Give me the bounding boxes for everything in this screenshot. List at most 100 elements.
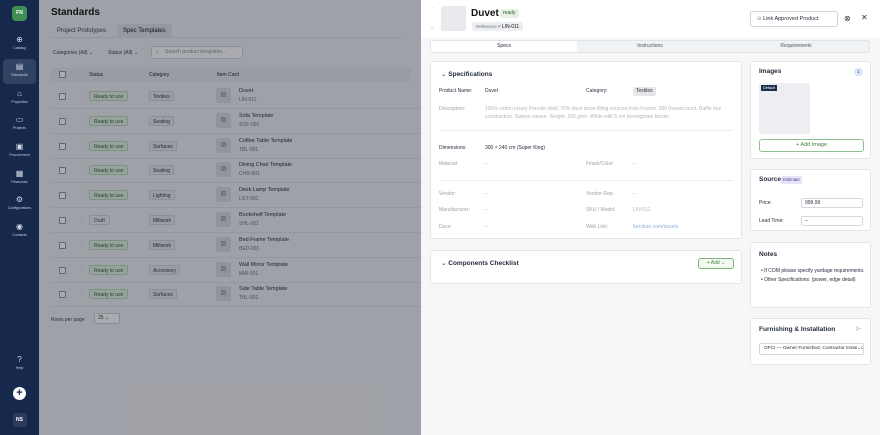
chevron-down-icon: ⌄ bbox=[856, 344, 861, 354]
sidebar-item-label: Catalog bbox=[13, 46, 26, 50]
material-value[interactable]: – bbox=[485, 161, 488, 167]
contacts-icon: ◉ bbox=[16, 222, 23, 231]
note-item: • Other Specifications: (power, edge det… bbox=[761, 277, 856, 283]
help-label: Help bbox=[15, 366, 24, 370]
chevron-down-icon: ⌄ bbox=[441, 260, 447, 267]
description-label: Description: bbox=[439, 106, 466, 112]
docs-value[interactable]: – bbox=[485, 224, 488, 230]
docs-label: Docs: bbox=[439, 224, 452, 230]
add-image-button[interactable]: + Add Image bbox=[759, 139, 864, 152]
vendor-rep-value[interactable]: – bbox=[633, 191, 636, 197]
web-link-value[interactable]: furniture.com/duvets bbox=[633, 224, 678, 230]
images-heading: Images bbox=[759, 68, 782, 75]
modal-backdrop[interactable] bbox=[39, 0, 421, 435]
description-value[interactable]: 100% cotton luxury Percale shell, 70% du… bbox=[485, 105, 725, 121]
panel-tabs: Specs Instructions Requirements bbox=[430, 40, 870, 53]
tab-specs[interactable]: Specs bbox=[431, 41, 577, 52]
category-label: Category: bbox=[586, 88, 608, 94]
chevron-down-icon: ⌄ bbox=[721, 260, 726, 266]
default-image-tag: Default bbox=[761, 85, 778, 91]
projects-icon: ▭ bbox=[15, 115, 24, 124]
sidebar-item-standards[interactable]: ▤ Standards bbox=[3, 59, 36, 84]
catalog-icon: ⊕ bbox=[16, 35, 23, 44]
sidebar-item-label: Financials bbox=[11, 180, 28, 184]
lead-time-label: Lead Time: bbox=[759, 218, 784, 224]
source-card: Source Estimate Price: 999.99 Lead Time:… bbox=[750, 169, 871, 231]
material-label: Material: bbox=[439, 161, 459, 167]
properties-icon: ⌂ bbox=[17, 89, 22, 98]
vendor-label: Vendor: bbox=[439, 191, 457, 197]
sidebar-item-contacts[interactable]: ◉ Contacts bbox=[3, 219, 36, 244]
panel-title: Duvet bbox=[471, 8, 499, 19]
furnishing-installation-heading: Furnishing & Installation bbox=[759, 326, 836, 333]
user-initials: NS bbox=[12, 413, 27, 427]
help-button[interactable]: ? Help bbox=[0, 355, 39, 370]
sidebar-item-properties[interactable]: ⌂ Properties bbox=[3, 86, 36, 111]
chevron-up-icon[interactable]: ⌃ bbox=[430, 7, 434, 13]
standards-icon: ▤ bbox=[15, 62, 24, 71]
notes-card: Notes • If COM please specify yardage re… bbox=[750, 242, 871, 308]
close-icon[interactable]: ✕ bbox=[861, 13, 868, 22]
panel-header: ⌃ ⌄ Duvet ready Reference # LIN-011 ⊖ Li… bbox=[421, 0, 880, 38]
add-button[interactable]: + bbox=[0, 387, 39, 400]
vendor-rep-label: Vendor Rep: bbox=[586, 191, 614, 197]
sku-label: SKU / Model: bbox=[586, 207, 616, 213]
sidebar-item-financials[interactable]: ▦ Financials bbox=[3, 166, 36, 191]
chevron-down-icon[interactable]: ⌄ bbox=[430, 24, 434, 30]
plus-icon: + bbox=[13, 387, 26, 400]
manufacturer-label: Manufacturer: bbox=[439, 207, 470, 213]
manufacturer-value[interactable]: – bbox=[485, 207, 488, 213]
sidebar-item-procurement[interactable]: ▣ Procurement bbox=[3, 139, 36, 164]
sidebar-item-label: Projects bbox=[13, 126, 26, 130]
reference-chip: Reference # LIN-011 bbox=[472, 22, 524, 31]
user-avatar[interactable]: NS bbox=[0, 413, 39, 427]
product-name-label: Product Name: bbox=[439, 88, 473, 94]
workspace-logo[interactable]: FN bbox=[12, 6, 27, 21]
finish-color-value[interactable]: – bbox=[633, 161, 636, 167]
add-image-label: Add Image bbox=[800, 142, 828, 148]
furnishing-installation-card: Furnishing & Installation ⊩ OFCI — Owner… bbox=[750, 318, 871, 365]
sku-value[interactable]: LIN-011 bbox=[633, 207, 650, 213]
tab-instructions[interactable]: Instructions bbox=[577, 41, 723, 52]
sidebar-item-configurations[interactable]: ⚙ Configurations bbox=[3, 192, 36, 217]
status-badge: ready bbox=[500, 9, 519, 18]
product-name-value[interactable]: Duvet bbox=[485, 88, 498, 94]
link-approved-product-label: Link Approved Product bbox=[763, 16, 819, 22]
add-component-button[interactable]: + Add ⌄ bbox=[698, 258, 734, 269]
source-heading: Source bbox=[759, 176, 782, 183]
dimensions-label: Dimensions: bbox=[439, 145, 467, 151]
tab-requirements[interactable]: Requirements bbox=[723, 41, 869, 52]
sidebar-item-projects[interactable]: ▭ Projects bbox=[3, 112, 36, 137]
lead-time-input[interactable]: – bbox=[801, 216, 863, 226]
divider bbox=[439, 130, 733, 131]
financials-icon: ▦ bbox=[15, 169, 24, 178]
price-input[interactable]: 999.99 bbox=[801, 198, 863, 208]
sidebar-item-catalog[interactable]: ⊕ Catalog bbox=[3, 32, 36, 57]
procurement-icon: ▣ bbox=[15, 142, 24, 151]
configurations-icon: ⚙ bbox=[15, 195, 24, 204]
specifications-card: ⌄ Specifications Product Name: Duvet Cat… bbox=[430, 61, 742, 239]
category-chip[interactable]: Textiles bbox=[633, 87, 656, 96]
image-count-badge: 1 bbox=[854, 68, 863, 76]
images-card: Images 1 Default + Add Image bbox=[750, 61, 871, 159]
notes-list: • If COM please specify yardage requirem… bbox=[761, 267, 865, 284]
reference-label: Reference # bbox=[476, 24, 501, 29]
components-checklist-card: ⌄ Components Checklist + Add ⌄ bbox=[430, 250, 742, 284]
sidebar: FN ⊕ Catalog ▤ Standards ⌂ Properties ▭ Project… bbox=[0, 0, 39, 435]
product-thumbnail bbox=[441, 6, 466, 31]
product-image[interactable]: Default bbox=[759, 83, 810, 134]
sidebar-item-label: Configurations bbox=[7, 206, 32, 210]
components-checklist-title: Components Checklist bbox=[448, 260, 519, 267]
note-item: • If COM please specify yardage requirem… bbox=[761, 268, 865, 274]
specifications-heading[interactable]: ⌄ Specifications bbox=[441, 70, 492, 78]
pin-icon[interactable]: ⊩ bbox=[856, 325, 862, 333]
dimensions-value[interactable]: 300 × 240 cm (Super King) bbox=[485, 145, 545, 151]
chain-link-icon[interactable]: ⊗ bbox=[844, 14, 851, 23]
chevron-down-icon: ⌄ bbox=[441, 71, 447, 78]
link-approved-product-button[interactable]: ⊖ Link Approved Product bbox=[750, 11, 838, 27]
components-checklist-heading[interactable]: ⌄ Components Checklist bbox=[441, 259, 519, 267]
notes-heading: Notes bbox=[759, 251, 778, 258]
finish-color-label: Finish/Color: bbox=[586, 161, 615, 167]
furnishing-select[interactable]: OFCI — Owner Furnished, Contractor Insta… bbox=[759, 343, 864, 355]
vendor-value[interactable]: – bbox=[485, 191, 488, 197]
